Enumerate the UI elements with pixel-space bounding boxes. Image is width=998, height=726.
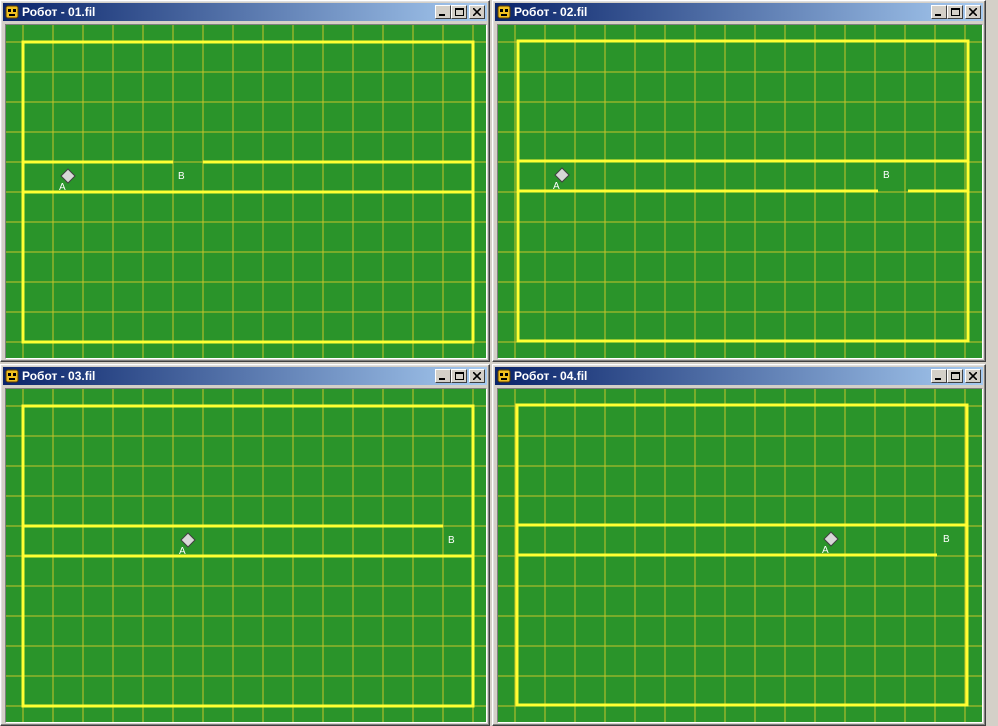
close-icon [473,372,481,380]
minimize-button[interactable] [435,5,451,19]
robot-face-icon[interactable] [5,5,19,19]
robot-field[interactable]: A B [497,388,983,723]
minimize-button[interactable] [435,369,451,383]
label-b: B [943,534,950,545]
robot-diamond-icon [554,167,570,183]
close-button[interactable] [469,5,485,19]
maximize-icon [950,7,960,16]
robot-window-02[interactable]: Робот - 02.fil A B [492,0,986,362]
robot-face-icon[interactable] [5,369,19,383]
robot-face-icon[interactable] [497,5,511,19]
window-title: Робот - 02.fil [514,5,588,19]
robot-field[interactable]: A B [5,24,487,359]
label-a: A [179,546,186,557]
robot-diamond-icon [180,532,196,548]
robot-face-icon[interactable] [497,369,511,383]
label-a: A [553,181,560,192]
window-title: Робот - 04.fil [514,369,588,383]
robot-window-01[interactable]: Робот - 01.fil A B [0,0,490,362]
maximize-button[interactable] [947,369,963,383]
title-bar[interactable]: Робот - 02.fil [495,3,983,21]
maximize-icon [950,371,960,380]
label-a: A [822,545,829,556]
label-a: A [59,182,66,193]
minimize-button[interactable] [931,369,947,383]
close-icon [473,8,481,16]
robot-field[interactable]: A B [497,24,983,359]
maximize-button[interactable] [947,5,963,19]
title-bar[interactable]: Робот - 01.fil [3,3,487,21]
robot-window-04[interactable]: Робот - 04.fil A B [492,364,986,726]
label-b: B [883,170,890,181]
title-bar[interactable]: Робот - 04.fil [495,367,983,385]
close-button[interactable] [965,5,981,19]
close-button[interactable] [965,369,981,383]
robot-window-03[interactable]: Робот - 03.fil A B [0,364,490,726]
close-icon [969,372,977,380]
robot-field[interactable]: A B [5,388,487,723]
window-title: Робот - 01.fil [22,5,96,19]
label-b: B [448,535,455,546]
minimize-button[interactable] [931,5,947,19]
maximize-icon [454,371,464,380]
window-title: Робот - 03.fil [22,369,96,383]
robot-diamond-icon [823,531,839,547]
maximize-button[interactable] [451,369,467,383]
close-button[interactable] [469,369,485,383]
title-bar[interactable]: Робот - 03.fil [3,367,487,385]
minimize-icon [439,14,445,16]
maximize-button[interactable] [451,5,467,19]
label-b: B [178,171,185,182]
maximize-icon [454,7,464,16]
close-icon [969,8,977,16]
robot-diamond-icon [60,168,76,184]
minimize-icon [935,378,941,380]
minimize-icon [439,378,445,380]
minimize-icon [935,14,941,16]
